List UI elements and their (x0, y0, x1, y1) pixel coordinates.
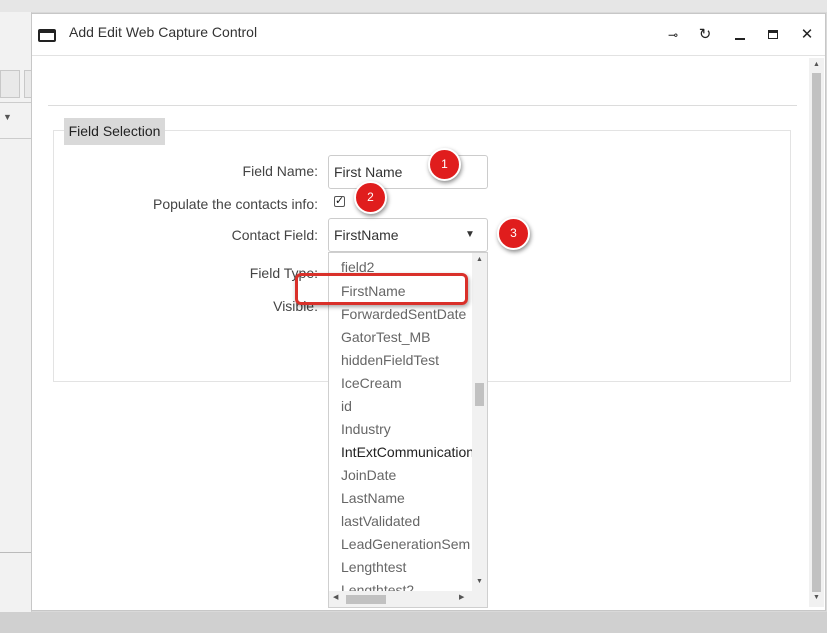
pin-icon: ⊸ (667, 28, 679, 42)
background-app-bar (0, 0, 827, 12)
contact-field-value: FirstName (334, 227, 399, 243)
dropdown-horizontal-thumb[interactable] (346, 595, 386, 604)
step-badge: 3 (497, 217, 530, 250)
contact-field-dropdown-list[interactable]: field2 FirstName ForwardedSentDate Gator… (328, 252, 488, 608)
background-toolbar-button (0, 70, 20, 98)
background-chevron-down-icon: ▼ (3, 112, 12, 122)
pin-button[interactable]: ⊸ (663, 25, 683, 45)
scroll-left-arrow-icon[interactable]: ◀ (333, 593, 338, 601)
dropdown-option[interactable]: lastValidated (341, 513, 420, 529)
populate-contacts-label: Populate the contacts info: (153, 196, 318, 212)
close-button[interactable]: ✕ (797, 25, 817, 45)
contact-field-label: Contact Field: (231, 227, 318, 243)
step-badge: 1 (428, 148, 461, 181)
scroll-up-arrow-icon[interactable]: ▲ (476, 256, 483, 263)
dropdown-option[interactable]: id (341, 398, 352, 414)
background-divider (0, 552, 31, 553)
refresh-button[interactable]: ↻ (695, 25, 715, 45)
step-badge: 2 (354, 181, 387, 214)
firstname-highlight-annotation (295, 273, 468, 305)
maximize-button[interactable] (763, 25, 783, 45)
scroll-down-arrow-icon[interactable]: ▼ (476, 578, 483, 585)
background-divider (0, 138, 31, 139)
dropdown-arrow-icon: ▼ (465, 229, 475, 240)
scrollbar-corner (472, 591, 487, 607)
dialog-title: Add Edit Web Capture Control (69, 24, 258, 40)
field-name-label: Field Name: (242, 163, 318, 179)
dropdown-option[interactable]: LeadGenerationSem (341, 536, 470, 552)
dropdown-scroll-thumb[interactable] (475, 383, 484, 406)
background-status-bar (0, 612, 827, 633)
dropdown-option[interactable]: IntExtCommunication (341, 444, 474, 460)
scroll-right-arrow-icon[interactable]: ▶ (459, 593, 464, 601)
close-icon: ✕ (800, 26, 814, 43)
dropdown-option[interactable]: Industry (341, 421, 391, 437)
minimize-button[interactable] (730, 25, 750, 45)
header-divider (48, 105, 797, 106)
dropdown-vertical-scrollbar[interactable] (472, 253, 487, 591)
dropdown-option[interactable]: hiddenFieldTest (341, 352, 439, 368)
field-selection-legend: Field Selection (64, 118, 165, 145)
dropdown-option[interactable]: ForwardedSentDate (341, 306, 466, 322)
refresh-icon: ↻ (698, 26, 712, 43)
dropdown-option[interactable]: LastName (341, 490, 405, 506)
contact-field-select[interactable]: FirstName ▼ (328, 218, 488, 252)
dialog-scroll-thumb[interactable] (812, 73, 821, 592)
scroll-up-arrow-icon[interactable]: ▲ (813, 61, 820, 68)
web-capture-dialog: Add Edit Web Capture Control ⊸ ↻ ✕ Field… (31, 13, 826, 611)
dropdown-option[interactable]: Lengthtest (341, 559, 406, 575)
scroll-down-arrow-icon[interactable]: ▼ (813, 594, 820, 601)
window-icon (38, 29, 56, 42)
dropdown-option[interactable]: IceCream (341, 375, 402, 391)
dropdown-option[interactable]: GatorTest_MB (341, 329, 430, 345)
populate-contacts-checkbox[interactable]: ✓ (334, 196, 345, 207)
minimize-icon (735, 38, 745, 40)
dropdown-option[interactable]: JoinDate (341, 467, 396, 483)
maximize-icon (768, 30, 778, 39)
dialog-titlebar[interactable]: Add Edit Web Capture Control ⊸ ↻ ✕ (32, 14, 825, 56)
field-name-input[interactable]: First Name (328, 155, 488, 189)
background-divider (0, 102, 31, 103)
